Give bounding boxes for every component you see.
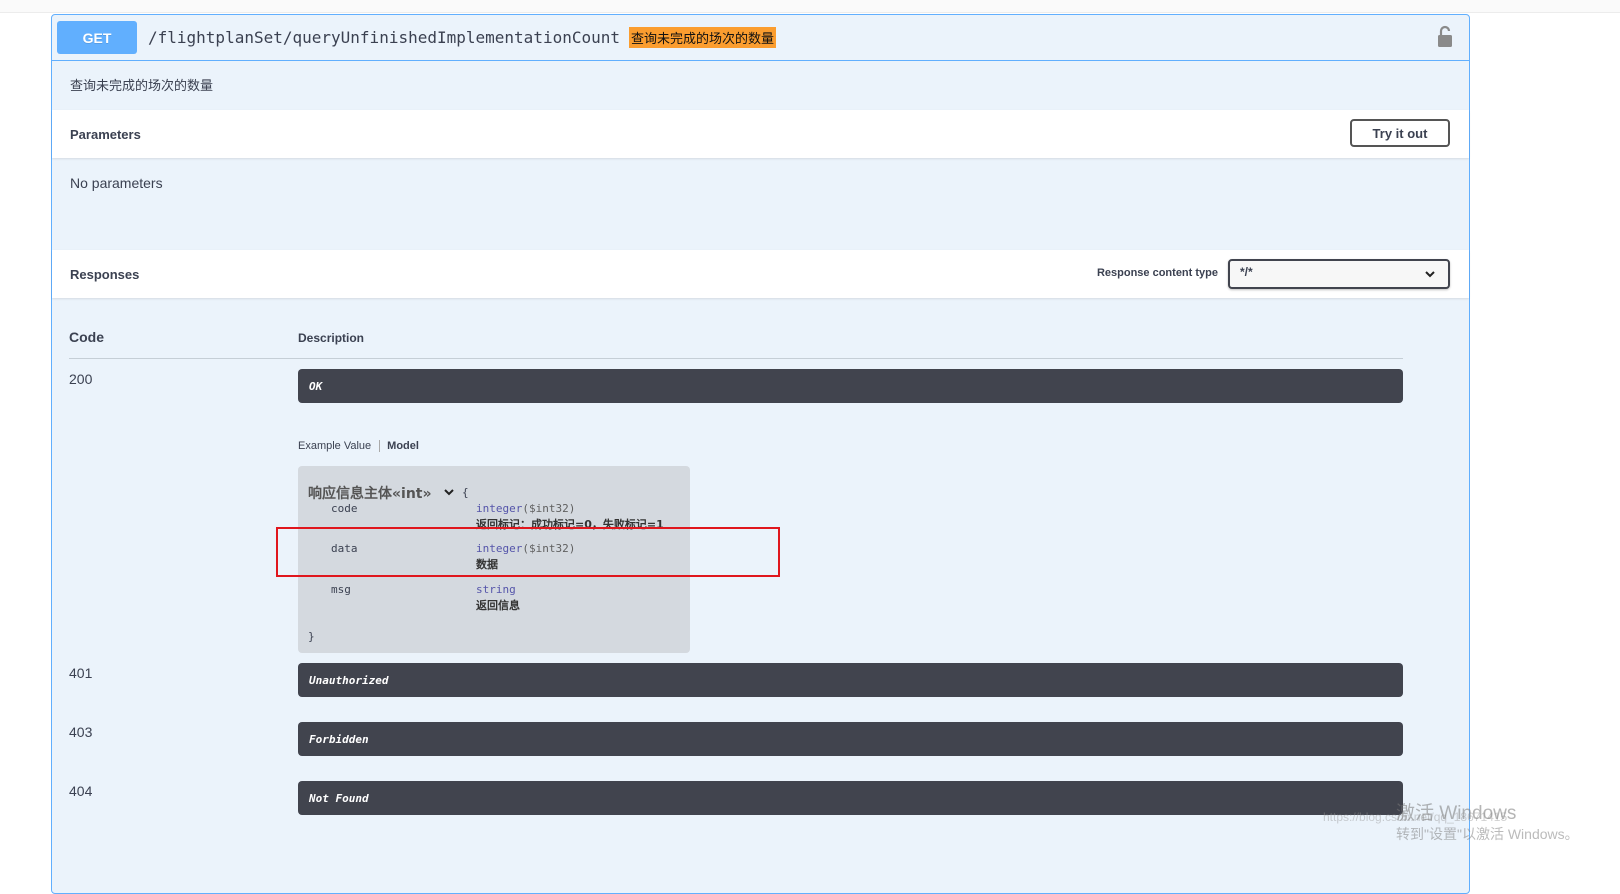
operation-path: /flightplanSet/queryUnfinishedImplementa… (148, 28, 621, 47)
parameters-header: Parameters Try it out (52, 110, 1469, 158)
response-description-bar: Forbidden (298, 722, 1403, 756)
responses-header: Responses Response content type */* (52, 250, 1469, 298)
response-description-bar: Unauthorized (298, 663, 1403, 697)
model-property-type: integer($int32) (476, 502, 576, 515)
lock-icon[interactable] (1435, 25, 1455, 49)
operation-block: GET /flightplanSet/queryUnfinishedImplem… (51, 14, 1470, 894)
response-code: 404 (69, 783, 93, 799)
model-tabs: Example Value Model (298, 440, 419, 452)
model-property-type: string (476, 583, 516, 596)
tab-example-value[interactable]: Example Value (298, 440, 381, 452)
response-content-type-label: Response content type (1096, 267, 1218, 279)
code-column-header: Code (69, 329, 104, 345)
try-it-out-button[interactable]: Try it out (1350, 119, 1450, 147)
chevron-down-icon[interactable] (443, 486, 455, 498)
response-code: 401 (69, 665, 93, 681)
model-open-brace: { (462, 486, 469, 499)
operation-summary[interactable]: GET /flightplanSet/queryUnfinishedImplem… (52, 15, 1469, 61)
operation-description: 查询未完成的场次的数量 (70, 78, 214, 93)
windows-activation-watermark: 激活 Windows (1396, 803, 1517, 824)
response-description-bar: Not Found (298, 781, 1403, 815)
model-property-name: code (331, 502, 358, 515)
model-close-brace: } (308, 630, 315, 643)
chevron-down-icon (1425, 271, 1435, 278)
annotation-highlight-box (276, 527, 780, 577)
no-parameters-text: No parameters (70, 175, 163, 191)
response-content-type-select[interactable]: */* (1228, 259, 1450, 289)
response-description-bar: OK (298, 369, 1403, 403)
operation-summary-text: 查询未完成的场次的数量 (629, 27, 777, 48)
response-code: 200 (69, 371, 93, 387)
tab-model[interactable]: Model (380, 440, 419, 452)
response-content-type-value: */* (1240, 265, 1253, 279)
parameters-title: Parameters (70, 126, 141, 142)
description-column-header: Description (298, 331, 365, 345)
windows-activation-hint: 转到"设置"以激活 Windows。 (1396, 826, 1579, 842)
model-title: 响应信息主体«int» (308, 486, 432, 502)
method-badge: GET (57, 21, 137, 54)
response-code: 403 (69, 724, 93, 740)
table-header-divider (69, 358, 1403, 359)
responses-title: Responses (70, 266, 140, 282)
model-property-name: msg (331, 583, 351, 596)
top-divider (0, 0, 1620, 13)
model-property-description: 返回信息 (476, 599, 520, 612)
